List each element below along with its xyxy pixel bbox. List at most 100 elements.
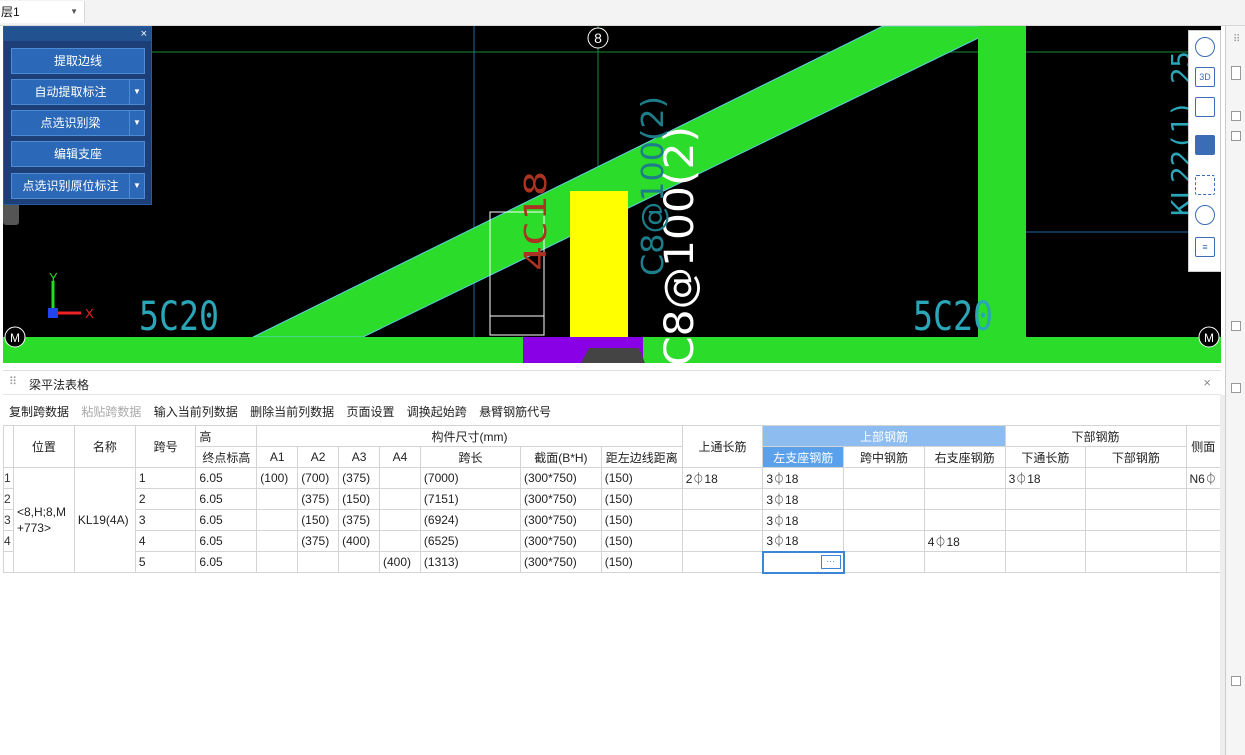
report-icon[interactable]: ≡ xyxy=(1195,237,1215,257)
cell-a2[interactable]: (375) xyxy=(297,530,340,552)
cell-section[interactable]: (300*750) xyxy=(520,551,602,573)
row-number[interactable]: 2 xyxy=(3,488,14,510)
tree-toggle[interactable] xyxy=(1231,111,1241,121)
edit-support-button[interactable]: 编辑支座 xyxy=(11,141,145,167)
row-number[interactable]: 1 xyxy=(3,467,14,489)
cell-span-len[interactable]: (7151) xyxy=(419,488,522,510)
cell-right[interactable] xyxy=(923,509,1006,531)
dock-tab[interactable] xyxy=(1231,66,1241,80)
more-icon[interactable]: ··· xyxy=(820,554,841,569)
cell-span[interactable]: 5 xyxy=(134,551,197,573)
cell-a2[interactable]: (700) xyxy=(297,467,340,489)
cell-a3[interactable]: (375) xyxy=(338,467,380,489)
cell-a1[interactable] xyxy=(256,509,299,531)
cell-right[interactable] xyxy=(923,488,1006,510)
cell-a1[interactable] xyxy=(256,551,299,573)
orbit-icon[interactable] xyxy=(1195,37,1215,57)
3d-view-icon[interactable]: 3D xyxy=(1195,67,1215,87)
cell-side[interactable] xyxy=(1185,509,1222,531)
cell-bottom-through[interactable] xyxy=(1004,509,1087,531)
table-row[interactable]: 1 <8,H;8,M +773> KL19(4A) 1 6.05 (100) (700) (3… xyxy=(3,467,1222,573)
cell-end-elev[interactable]: 6.05 xyxy=(195,509,258,531)
cell-span[interactable]: 2 xyxy=(134,488,197,510)
cell-a3[interactable]: (400) xyxy=(338,530,380,552)
cell-span-len[interactable]: (6924) xyxy=(419,509,522,531)
cube-solid-icon[interactable] xyxy=(1195,135,1215,155)
dropdown-arrow-icon[interactable]: ▼ xyxy=(129,80,144,104)
cell-top-through[interactable] xyxy=(681,488,764,510)
cell-a2[interactable] xyxy=(297,551,340,573)
dropdown-arrow-icon[interactable]: ▼ xyxy=(129,174,144,198)
tree-checkbox[interactable] xyxy=(1231,383,1241,393)
pick-beam-button[interactable]: 点选识别梁 ▼ xyxy=(11,110,145,136)
cell-a1[interactable] xyxy=(256,488,299,510)
page-setup-button[interactable]: 页面设置 xyxy=(346,405,394,419)
cell-left[interactable]: 3⏀18 xyxy=(762,509,845,531)
current-cell[interactable]: ··· xyxy=(761,550,845,574)
row-number[interactable]: 3 xyxy=(3,509,14,531)
cell-edge[interactable]: (150) xyxy=(600,488,683,510)
cell-a4[interactable] xyxy=(379,509,421,531)
table-row[interactable]: 3 3 6.05 (150) (375) (6924) (300*750) (150) 3⏀18 xyxy=(3,509,1222,531)
row-number[interactable]: 4 xyxy=(3,530,14,552)
paste-span-button[interactable]: 粘贴跨数据 xyxy=(81,405,141,419)
cell-bottom-through[interactable] xyxy=(1004,551,1087,573)
position-cell[interactable]: <8,H;8,M +773> xyxy=(12,467,75,573)
cell-a3[interactable] xyxy=(338,551,380,573)
tree-checkbox[interactable] xyxy=(1231,676,1241,686)
cell-a4[interactable] xyxy=(379,467,421,489)
panel-titlebar[interactable]: × xyxy=(4,27,151,41)
pick-original-label-button[interactable]: 点选识别原位标注 ▼ xyxy=(11,173,145,199)
tree-checkbox[interactable] xyxy=(1231,321,1241,331)
cell-a3[interactable]: (375) xyxy=(338,509,380,531)
cell-end-elev[interactable]: 6.05 xyxy=(195,467,258,489)
cell-bottom[interactable] xyxy=(1085,551,1187,573)
table-row[interactable]: 4 4 6.05 (375) (400) (6525) (300*750) (150) 3⏀18… xyxy=(3,530,1222,552)
cell-bottom[interactable] xyxy=(1085,509,1187,531)
section-icon[interactable] xyxy=(1195,205,1215,225)
cell-bottom-through[interactable]: 3⏀18 xyxy=(1004,467,1087,489)
tree-checkbox[interactable] xyxy=(1231,131,1241,141)
cell-mid[interactable] xyxy=(843,530,925,552)
cell-right[interactable]: 4⏀18 xyxy=(923,530,1006,552)
cell-a2[interactable]: (150) xyxy=(297,509,340,531)
cell-top-through[interactable] xyxy=(681,530,764,552)
cell-a3[interactable]: (150) xyxy=(338,488,380,510)
cell-a2[interactable]: (375) xyxy=(297,488,340,510)
cell-bottom-through[interactable] xyxy=(1004,488,1087,510)
cell-span[interactable]: 3 xyxy=(134,509,197,531)
cantilever-code-button[interactable]: 悬臂钢筋代号 xyxy=(479,405,551,419)
cell-side[interactable]: N6⏀ xyxy=(1185,467,1222,489)
cell-section[interactable]: (300*750) xyxy=(520,467,602,489)
close-icon[interactable]: × xyxy=(141,27,147,41)
cell-end-elev[interactable]: 6.05 xyxy=(195,551,258,573)
grip-icon[interactable]: ⠿ xyxy=(1233,34,1240,45)
cell-mid[interactable] xyxy=(843,467,925,489)
cell-right[interactable] xyxy=(923,467,1006,489)
cell-top-through[interactable] xyxy=(681,551,764,573)
cell-span-len[interactable]: (1313) xyxy=(419,551,522,573)
floor-select[interactable]: 层1 ▼ xyxy=(0,1,85,23)
cell-left[interactable]: 3⏀18 xyxy=(762,488,845,510)
cell-a4[interactable]: (400) xyxy=(379,551,421,573)
cell-edge[interactable]: (150) xyxy=(600,509,683,531)
cell-span[interactable]: 4 xyxy=(134,530,197,552)
swap-start-span-button[interactable]: 调换起始跨 xyxy=(407,405,467,419)
delete-column-button[interactable]: 删除当前列数据 xyxy=(250,405,334,419)
select-box-icon[interactable] xyxy=(1195,175,1215,195)
cube-outline-icon[interactable] xyxy=(1195,97,1215,117)
cell-edge[interactable]: (150) xyxy=(600,467,683,489)
cell-side[interactable] xyxy=(1185,551,1222,573)
cell-a1[interactable]: (100) xyxy=(256,467,299,489)
cell-section[interactable]: (300*750) xyxy=(520,509,602,531)
extract-edge-button[interactable]: 提取边线 xyxy=(11,48,145,74)
row-number[interactable]: 5 xyxy=(3,551,14,573)
grip-icon[interactable]: ⠿ xyxy=(9,375,17,388)
cell-right[interactable] xyxy=(923,551,1006,573)
table-row[interactable]: 2 2 6.05 (375) (150) (7151) (300*750) (150) 3⏀18 xyxy=(3,488,1222,510)
cell-mid[interactable] xyxy=(843,488,925,510)
cell-end-elev[interactable]: 6.05 xyxy=(195,488,258,510)
cell-section[interactable]: (300*750) xyxy=(520,530,602,552)
table-scrollbar[interactable] xyxy=(1220,395,1225,755)
name-cell[interactable]: KL19(4A) xyxy=(73,467,136,573)
